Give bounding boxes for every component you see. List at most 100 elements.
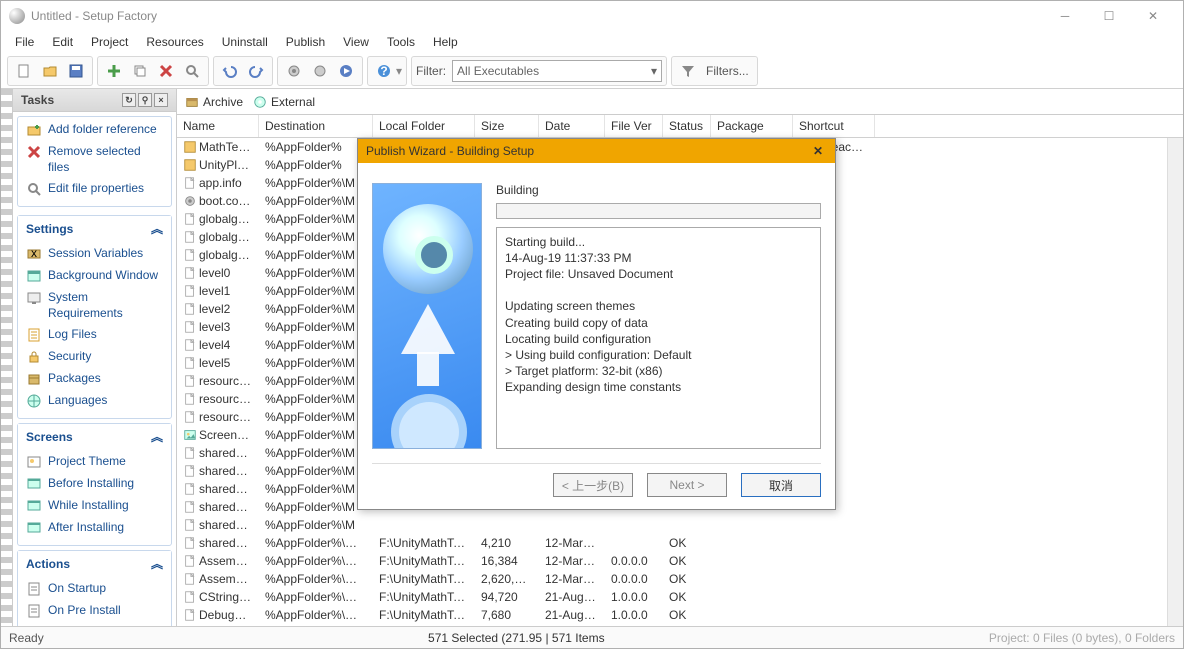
- cell: %AppFolder%\M: [259, 391, 373, 407]
- col-local-folder[interactable]: Local Folder: [373, 115, 475, 137]
- cell: %AppFolder%\M: [259, 319, 373, 335]
- col-file-ver[interactable]: File Ver: [605, 115, 663, 137]
- table-row[interactable]: CString.dll%AppFolder%\Mat...F:\UnityMat…: [177, 588, 1183, 606]
- duplicate-button[interactable]: [128, 59, 152, 83]
- item-background-window[interactable]: Background Window: [22, 265, 167, 287]
- undo-button[interactable]: [218, 59, 242, 83]
- cell: sharedasse...: [177, 445, 259, 462]
- menu-resources[interactable]: Resources: [138, 33, 211, 51]
- table-row[interactable]: Assembly-...%AppFolder%\Mat...F:\UnityMa…: [177, 552, 1183, 570]
- filter-combo[interactable]: All Executables ▾: [452, 60, 662, 82]
- external-tab[interactable]: External: [253, 95, 315, 109]
- maximize-button[interactable]: ☐: [1087, 2, 1131, 30]
- menu-file[interactable]: File: [7, 33, 42, 51]
- minimize-button[interactable]: ─: [1043, 2, 1087, 30]
- col-size[interactable]: Size: [475, 115, 539, 137]
- item-before-installing[interactable]: Before Installing: [22, 473, 167, 495]
- item-session-variables[interactable]: xSession Variables: [22, 243, 167, 265]
- publish-wizard-dialog: Publish Wizard - Building Setup ✕ Buildi…: [357, 138, 836, 510]
- cell: %AppFolder%\M: [259, 445, 373, 461]
- cell: app.info: [177, 175, 259, 192]
- cell: level2: [177, 301, 259, 318]
- archive-tab[interactable]: Archive: [185, 95, 243, 109]
- item-security[interactable]: Security: [22, 346, 167, 368]
- table-row[interactable]: DemiLib.dll%AppFolder%\Mat...F:\UnityMat…: [177, 624, 1183, 626]
- section-head-actions[interactable]: Actions︽: [18, 551, 171, 576]
- cell: [711, 596, 793, 598]
- menu-uninstall[interactable]: Uninstall: [214, 33, 276, 51]
- new-button[interactable]: [12, 59, 36, 83]
- cell: [793, 560, 875, 562]
- menu-edit[interactable]: Edit: [44, 33, 81, 51]
- help-button[interactable]: ?: [372, 59, 396, 83]
- table-row[interactable]: sharedasse...%AppFolder%\Mat...F:\UnityM…: [177, 534, 1183, 552]
- item-packages[interactable]: Packages: [22, 368, 167, 390]
- cell: %AppFolder%\Mat...: [259, 535, 373, 551]
- task-edit-file-properties[interactable]: Edit file properties: [22, 178, 167, 200]
- item-system-requirements[interactable]: System Requirements: [22, 287, 167, 324]
- cell: %AppFolder%\M: [259, 211, 373, 227]
- chevron-down-icon: ▾: [651, 64, 657, 78]
- open-button[interactable]: [38, 59, 62, 83]
- remove-button[interactable]: [154, 59, 178, 83]
- cell: %AppFolder%: [259, 139, 373, 155]
- menu-publish[interactable]: Publish: [278, 33, 333, 51]
- status-selection: 571 Selected (271.95 | 571 Items: [428, 631, 605, 645]
- col-destination[interactable]: Destination: [259, 115, 373, 137]
- table-row[interactable]: sharedasse...%AppFolder%\M: [177, 516, 1183, 534]
- item-on-pre-install[interactable]: On Pre Install: [22, 600, 167, 622]
- section-head-settings[interactable]: Settings︽: [18, 216, 171, 241]
- dropdown-icon[interactable]: ▾: [396, 64, 402, 78]
- col-date[interactable]: Date: [539, 115, 605, 137]
- close-panel-icon[interactable]: ×: [154, 93, 168, 107]
- cell: sharedasse...: [177, 535, 259, 552]
- table-row[interactable]: Assembly-...%AppFolder%\Mat...F:\UnityMa…: [177, 570, 1183, 588]
- item-after-installing[interactable]: After Installing: [22, 517, 167, 539]
- menu-tools[interactable]: Tools: [379, 33, 423, 51]
- settings-button[interactable]: [282, 59, 306, 83]
- window-title: Untitled - Setup Factory: [31, 9, 1043, 23]
- search-button[interactable]: [180, 59, 204, 83]
- menu-project[interactable]: Project: [83, 33, 136, 51]
- menu-view[interactable]: View: [335, 33, 377, 51]
- item-log-files[interactable]: Log Files: [22, 324, 167, 346]
- task-remove-selected-files[interactable]: Remove selected files: [22, 141, 167, 178]
- menu-help[interactable]: Help: [425, 33, 466, 51]
- titlebar: Untitled - Setup Factory ─ ☐ ✕: [1, 1, 1183, 31]
- dialog-close-button[interactable]: ✕: [809, 142, 827, 160]
- task-add-folder-reference[interactable]: Add folder reference: [22, 119, 167, 141]
- vertical-scrollbar[interactable]: [1167, 138, 1183, 626]
- add-button[interactable]: [102, 59, 126, 83]
- cell: 1.0.0.0: [605, 625, 663, 626]
- cell: [711, 614, 793, 616]
- item-languages[interactable]: Languages: [22, 390, 167, 412]
- cell: F:\UnityMathTeac...: [373, 553, 475, 569]
- pin-icon[interactable]: ⚲: [138, 93, 152, 107]
- cell: level0: [177, 265, 259, 282]
- dialog-titlebar[interactable]: Publish Wizard - Building Setup ✕: [358, 139, 835, 163]
- cell: [793, 578, 875, 580]
- item-while-installing[interactable]: While Installing: [22, 495, 167, 517]
- item-on-startup[interactable]: On Startup: [22, 578, 167, 600]
- cell: [663, 524, 711, 526]
- col-shortcut[interactable]: Shortcut: [793, 115, 875, 137]
- table-row[interactable]: Debugger.dll%AppFolder%\Mat...F:\UnityMa…: [177, 606, 1183, 624]
- close-button[interactable]: ✕: [1131, 2, 1175, 30]
- cell: [605, 542, 663, 544]
- col-name[interactable]: Name: [177, 115, 259, 137]
- save-button[interactable]: [64, 59, 88, 83]
- cell: Assembly-...: [177, 553, 259, 570]
- section-head-screens[interactable]: Screens︽: [18, 424, 171, 449]
- refresh-icon[interactable]: ↻: [122, 93, 136, 107]
- build-log[interactable]: Starting build... 14-Aug-19 11:37:33 PM …: [496, 227, 821, 449]
- redo-button[interactable]: [244, 59, 268, 83]
- filter-icon[interactable]: [676, 59, 700, 83]
- col-package[interactable]: Package: [711, 115, 793, 137]
- run-button[interactable]: [334, 59, 358, 83]
- col-status[interactable]: Status: [663, 115, 711, 137]
- cell: Assembly-...: [177, 571, 259, 588]
- filters-button[interactable]: Filters...: [702, 64, 753, 78]
- build-button[interactable]: [308, 59, 332, 83]
- cancel-button[interactable]: 取消: [741, 473, 821, 497]
- item-project-theme[interactable]: Project Theme: [22, 451, 167, 473]
